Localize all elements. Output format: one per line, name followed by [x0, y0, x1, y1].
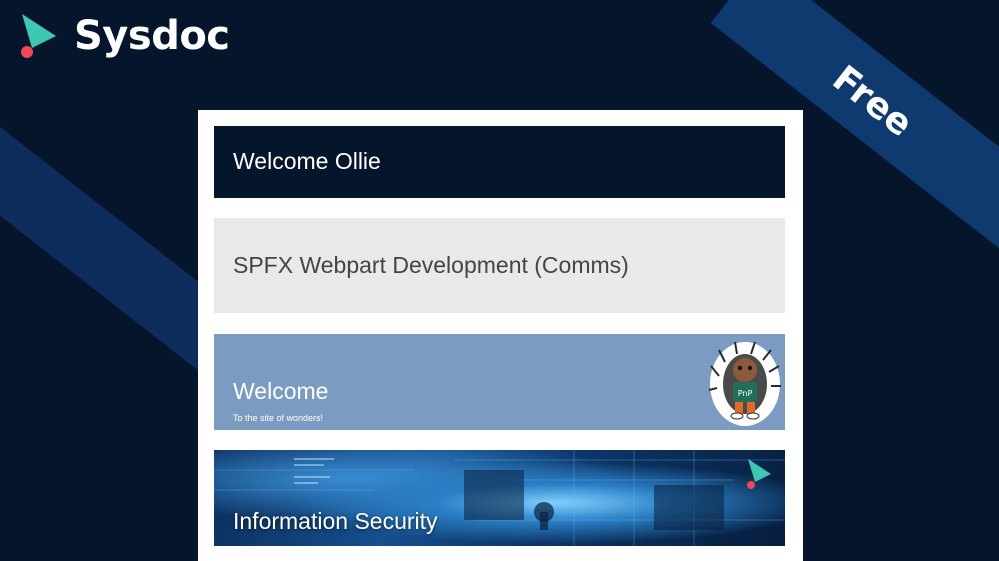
welcome-banner-title: Welcome — [233, 378, 329, 404]
brand-header: Sysdoc — [18, 12, 230, 60]
welcome-user-text: Welcome Ollie — [233, 148, 381, 174]
brand-name: Sysdoc — [74, 13, 230, 59]
welcome-banner-subtitle: To the site of wonders! — [233, 413, 324, 423]
site-title-card: SPFX Webpart Development (Comms) — [214, 218, 785, 313]
sysdoc-logo-icon — [745, 458, 775, 490]
mascot-badge: PnP — [738, 389, 753, 398]
welcome-user-card: Welcome Ollie — [214, 126, 785, 198]
site-title-text: SPFX Webpart Development (Comms) — [233, 252, 629, 278]
information-security-title: Information Security — [233, 508, 438, 534]
mascot-image: PnP — [707, 336, 783, 428]
welcome-banner[interactable]: Welcome To the site of wonders! PnP — [214, 334, 785, 430]
content-panel: Welcome Ollie SPFX Webpart Development (… — [198, 110, 803, 561]
information-security-banner[interactable]: Information Security — [214, 450, 785, 546]
sysdoc-logo-icon — [18, 12, 62, 60]
